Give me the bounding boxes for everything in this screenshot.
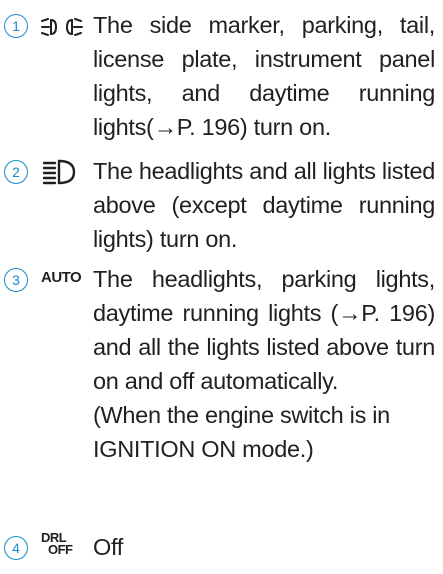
item-description: The headlights, parking lights, daytime … bbox=[93, 262, 435, 466]
item-description: Off bbox=[93, 530, 435, 564]
item-description: The headlights and all lights listed abo… bbox=[93, 154, 435, 256]
side-marker-lights-icon bbox=[41, 12, 87, 42]
item-description: The side marker, parking, tail, license … bbox=[93, 8, 435, 144]
item-number-1: 1 bbox=[4, 14, 28, 38]
drl-off-icon: DRL OFF bbox=[41, 531, 87, 562]
item-number-2: 2 bbox=[4, 160, 28, 184]
headlights-icon bbox=[41, 157, 87, 187]
off-label: OFF bbox=[48, 542, 73, 557]
item-text: The headlights, parking lights, daytime … bbox=[93, 266, 435, 394]
item-number-3: 3 bbox=[4, 268, 28, 292]
auto-icon-label: AUTO bbox=[41, 269, 82, 286]
light-switch-positions-list: 1 The side marker, parking, tail, licens… bbox=[0, 0, 443, 574]
item-text: The headlights and all lights listed abo… bbox=[93, 158, 435, 252]
item-note: (When the engine switch is in IGNITION O… bbox=[93, 402, 390, 462]
item-text: The side marker, parking, tail, license … bbox=[93, 12, 435, 140]
item-text: Off bbox=[93, 534, 124, 560]
item-number-4: 4 bbox=[4, 536, 28, 560]
auto-icon: AUTO bbox=[41, 269, 89, 299]
